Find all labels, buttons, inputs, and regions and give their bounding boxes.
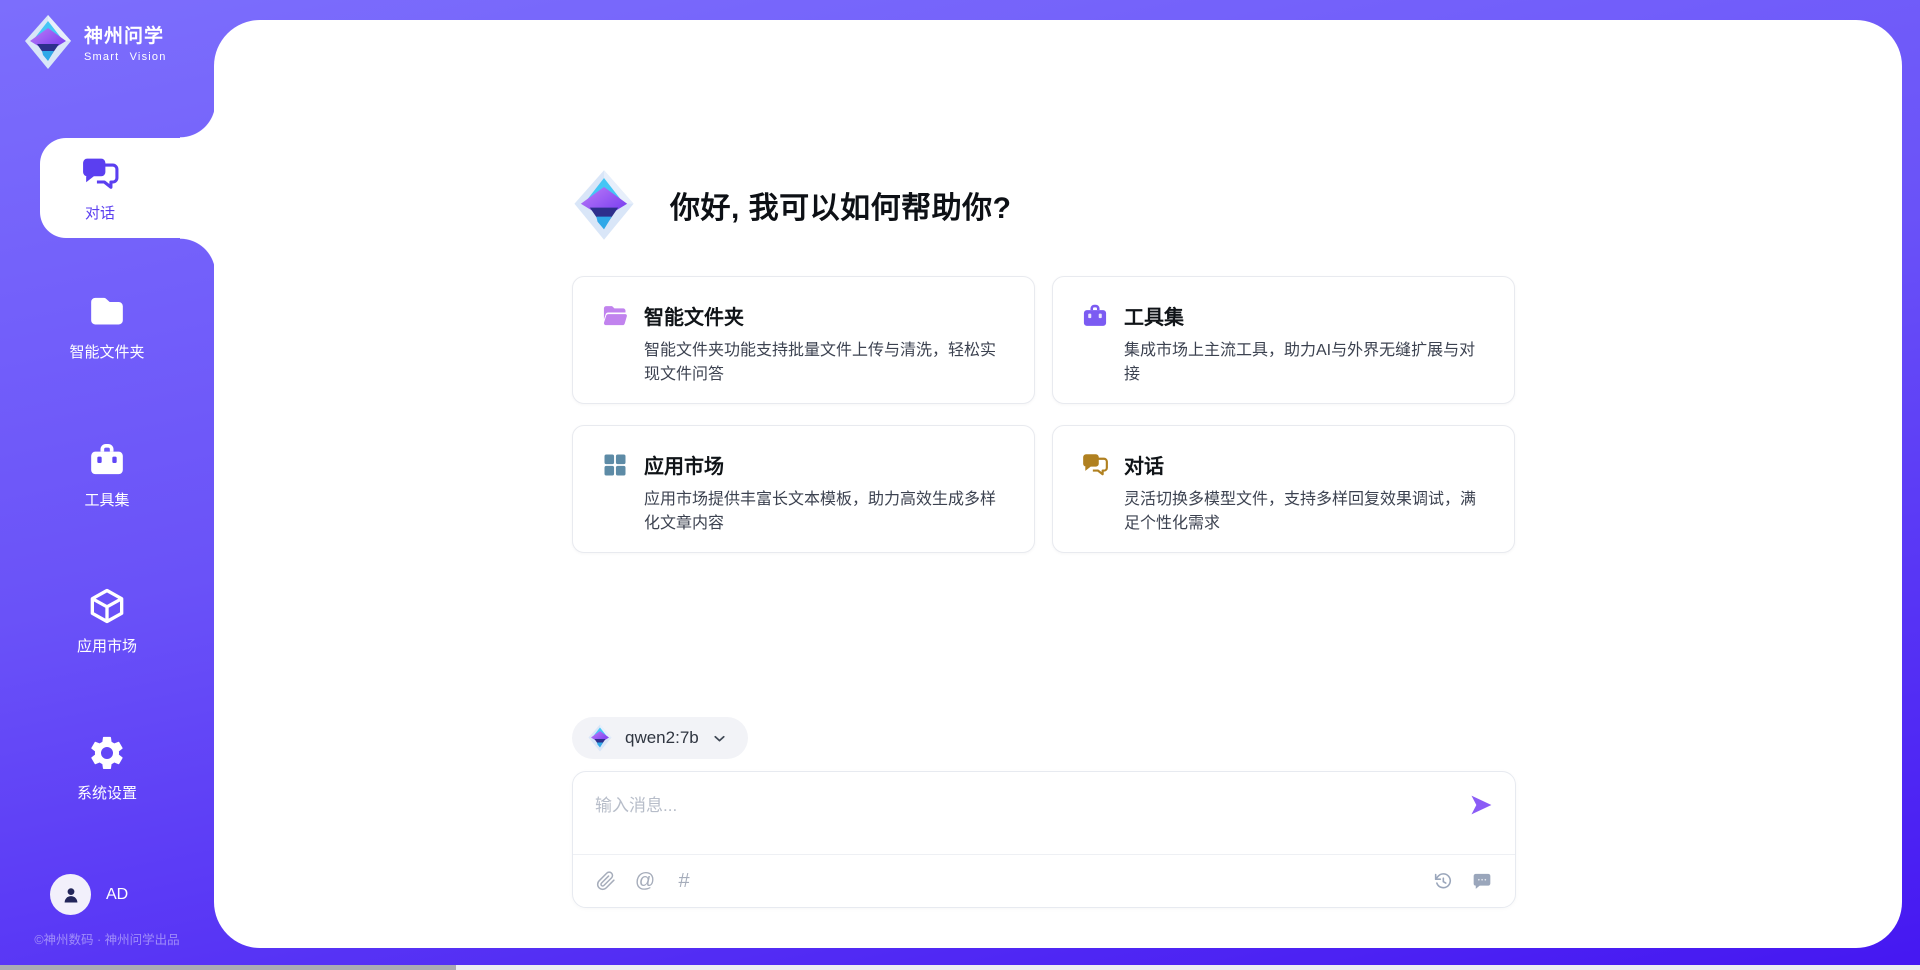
send-icon: [1468, 792, 1494, 818]
greeting-text: 你好, 我可以如何帮助你?: [670, 183, 1012, 227]
chat-bubbles-icon: [80, 154, 120, 194]
sidebar-item-chat[interactable]: 对话: [40, 138, 216, 238]
main-panel: 你好, 我可以如何帮助你? 智能文件夹 智能文件夹功能支持批量文件上传与清洗，轻…: [214, 20, 1902, 948]
app-window: 你好, 我可以如何帮助你? 智能文件夹 智能文件夹功能支持批量文件上传与清洗，轻…: [0, 0, 1920, 970]
copyright-footer: ©神州数码 · 神州问学出品: [0, 929, 214, 948]
sidebar-item-app-market[interactable]: 应用市场: [0, 586, 214, 656]
folder-icon: [87, 292, 127, 332]
feature-cards: 智能文件夹 智能文件夹功能支持批量文件上传与清洗，轻松实现文件问答 工具集 集成…: [572, 276, 1516, 553]
card-smart-folder[interactable]: 智能文件夹 智能文件夹功能支持批量文件上传与清洗，轻松实现文件问答: [572, 276, 1035, 404]
sidebar-item-label: 应用市场: [77, 635, 137, 656]
folder-open-icon: [601, 302, 629, 330]
card-description: 应用市场提供丰富长文本模板，助力高效生成多样化文章内容: [644, 488, 1006, 536]
card-description: 灵活切换多模型文件，支持多样回复效果调试，满足个性化需求: [1124, 488, 1486, 536]
avatar: [50, 874, 91, 915]
brand-logo-icon: [22, 14, 74, 70]
sidebar-item-label: 系统设置: [77, 782, 137, 803]
card-title: 对话: [1124, 450, 1164, 479]
gear-icon: [87, 733, 127, 773]
history-icon[interactable]: [1432, 870, 1454, 892]
chevron-down-icon: [711, 730, 728, 747]
sidebar-item-settings[interactable]: 系统设置: [0, 733, 214, 803]
card-description: 智能文件夹功能支持批量文件上传与清洗，轻松实现文件问答: [644, 339, 1006, 387]
person-icon: [59, 883, 83, 907]
app-grid-icon: [601, 451, 629, 479]
model-selector[interactable]: qwen2:7b: [572, 717, 748, 759]
card-title: 应用市场: [644, 450, 724, 479]
brand-subtitle: Smart Vision: [84, 51, 167, 63]
card-title: 智能文件夹: [644, 301, 744, 330]
brand-gem-icon: [572, 169, 636, 241]
sidebar-item-smart-folder[interactable]: 智能文件夹: [0, 292, 214, 362]
composer-toolbar: @ #: [573, 854, 1515, 907]
card-app-market[interactable]: 应用市场 应用市场提供丰富长文本模板，助力高效生成多样化文章内容: [572, 425, 1035, 553]
toolbox-icon: [87, 440, 127, 480]
sidebar-item-label: 对话: [85, 202, 115, 223]
message-input[interactable]: [573, 772, 1515, 854]
sidebar-item-label: 智能文件夹: [69, 341, 144, 362]
model-name: qwen2:7b: [625, 728, 699, 748]
chat-bubbles-icon: [1081, 451, 1109, 479]
card-chat[interactable]: 对话 灵活切换多模型文件，支持多样回复效果调试，满足个性化需求: [1052, 425, 1515, 553]
card-title: 工具集: [1124, 301, 1184, 330]
attachment-icon[interactable]: [595, 870, 617, 892]
card-toolset[interactable]: 工具集 集成市场上主流工具，助力AI与外界无缝扩展与对接: [1052, 276, 1515, 404]
model-gem-icon: [587, 724, 613, 752]
user-profile[interactable]: AD: [50, 874, 128, 915]
composer-area: qwen2:7b @ #: [572, 717, 1516, 908]
sidebar: 神州问学 Smart Vision 对话 智能文件夹 工具集 应用市场 系统设置: [0, 0, 214, 970]
cube-icon: [87, 586, 127, 626]
brand-name: 神州问学: [84, 21, 167, 48]
toolbox-icon: [1081, 302, 1109, 330]
horizontal-scrollbar[interactable]: [0, 965, 1920, 970]
mention-icon[interactable]: @: [634, 870, 656, 892]
conversations-icon[interactable]: [1471, 870, 1493, 892]
sidebar-item-label: 工具集: [84, 489, 129, 510]
card-description: 集成市场上主流工具，助力AI与外界无缝扩展与对接: [1124, 339, 1486, 387]
scrollbar-thumb[interactable]: [0, 965, 456, 970]
greeting-row: 你好, 我可以如何帮助你?: [572, 168, 1516, 242]
chat-welcome-content: 你好, 我可以如何帮助你? 智能文件夹 智能文件夹功能支持批量文件上传与清洗，轻…: [572, 20, 1516, 908]
message-composer: @ #: [572, 771, 1516, 908]
hashtag-icon[interactable]: #: [673, 870, 695, 892]
brand: 神州问学 Smart Vision: [22, 14, 167, 70]
sidebar-item-toolset[interactable]: 工具集: [0, 440, 214, 510]
user-initials: AD: [106, 886, 128, 904]
send-button[interactable]: [1467, 792, 1495, 820]
